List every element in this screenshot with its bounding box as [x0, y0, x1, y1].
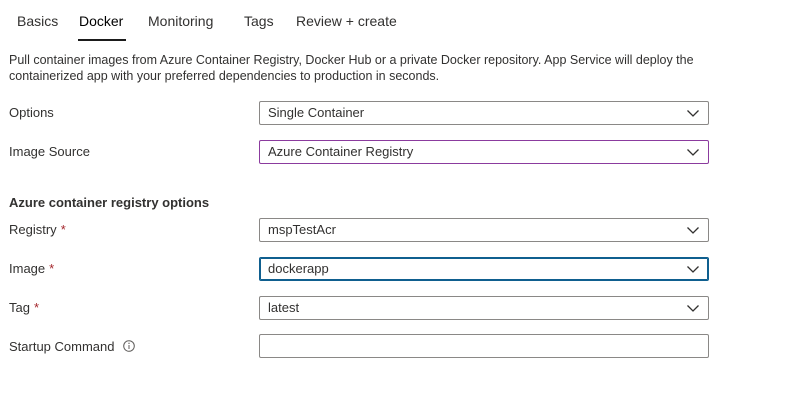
image-dropdown[interactable]: dockerapp	[259, 257, 709, 281]
image-label: Image *	[9, 261, 54, 276]
startup-command-input[interactable]	[259, 334, 709, 358]
options-dropdown[interactable]: Single Container	[259, 101, 709, 125]
registry-label: Registry *	[9, 222, 66, 237]
page-description: Pull container images from Azure Contain…	[9, 53, 694, 83]
chevron-down-icon	[687, 305, 699, 312]
options-dropdown-value: Single Container	[268, 105, 365, 120]
image-source-label: Image Source	[9, 144, 90, 159]
startup-command-label: Startup Command	[9, 339, 135, 354]
required-marker: *	[49, 261, 55, 276]
image-dropdown-value: dockerapp	[268, 261, 329, 276]
chevron-down-icon	[687, 149, 699, 156]
tab-strip: Basics Docker Monitoring Tags Review + c…	[0, 0, 811, 44]
image-source-dropdown[interactable]: Azure Container Registry	[259, 140, 709, 164]
tab-review-create[interactable]: Review + create	[296, 13, 397, 29]
tab-basics[interactable]: Basics	[17, 13, 58, 29]
startup-command-label-text: Startup Command	[9, 339, 115, 354]
registry-dropdown-value: mspTestAcr	[268, 222, 336, 237]
tab-tags[interactable]: Tags	[244, 13, 274, 29]
image-label-text: Image	[9, 261, 46, 276]
tag-dropdown-value: latest	[268, 300, 300, 315]
required-marker: *	[60, 222, 66, 237]
tag-label: Tag *	[9, 300, 39, 315]
registry-label-text: Registry	[9, 222, 57, 237]
info-icon[interactable]	[122, 340, 135, 352]
options-label: Options	[9, 105, 54, 120]
registry-dropdown[interactable]: mspTestAcr	[259, 218, 709, 242]
active-tab-indicator	[78, 39, 126, 41]
required-marker: *	[33, 300, 40, 315]
image-source-dropdown-value: Azure Container Registry	[268, 144, 414, 159]
chevron-down-icon	[687, 266, 699, 273]
tab-monitoring[interactable]: Monitoring	[148, 13, 213, 29]
tag-label-text: Tag	[9, 300, 30, 315]
chevron-down-icon	[687, 227, 699, 234]
acr-options-heading: Azure container registry options	[9, 195, 210, 210]
tab-docker[interactable]: Docker	[79, 13, 123, 29]
chevron-down-icon	[687, 110, 699, 117]
tag-dropdown[interactable]: latest	[259, 296, 709, 320]
